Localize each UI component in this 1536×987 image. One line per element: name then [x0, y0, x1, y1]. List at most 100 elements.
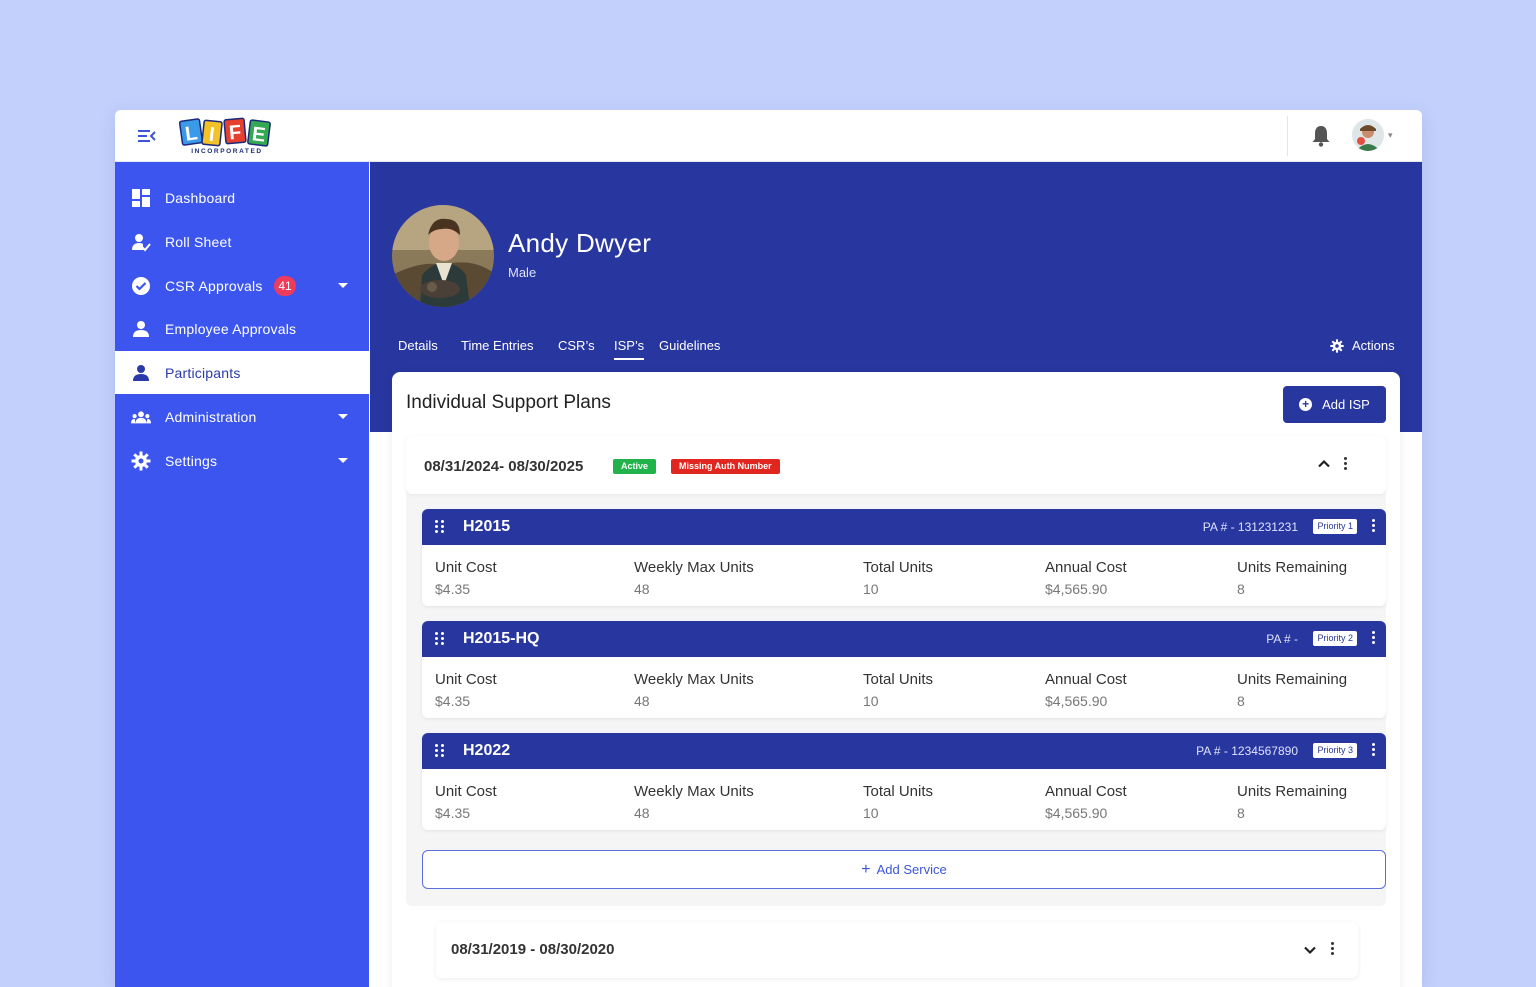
chevron-down-icon[interactable] [338, 458, 348, 463]
add-isp-label: Add ISP [1322, 397, 1370, 412]
sidebar-item-label: Administration [165, 409, 257, 425]
card-title: Individual Support Plans [406, 392, 611, 413]
sidebar-item-participants[interactable]: Participants [115, 351, 369, 394]
tab-csrs[interactable]: CSR’s [558, 338, 595, 353]
sidebar-item-administration[interactable]: Administration [115, 395, 369, 438]
sidebar-item-dashboard[interactable]: Dashboard [115, 176, 369, 219]
field-units-remaining: Units Remaining 8 [1237, 559, 1348, 597]
service-more-icon[interactable] [1370, 743, 1376, 759]
dashboard-icon [132, 189, 150, 207]
field-unit-cost: Unit Cost $4.35 [435, 671, 497, 709]
sidebar-item-label: Settings [165, 453, 218, 469]
life-logo[interactable]: L I F E INCORPORATED [179, 117, 275, 155]
field-weekly-max-units: Weekly Max Units 48 [634, 783, 754, 821]
chevron-up-icon[interactable] [1316, 456, 1332, 472]
chevron-down-icon[interactable] [1302, 942, 1318, 958]
priority-badge: Priority 3 [1313, 743, 1357, 758]
tab-isps[interactable]: ISP’s [614, 338, 645, 360]
plan-panel: 08/31/2024- 08/30/2025 Active Missing Au… [406, 436, 1386, 906]
plan-dates: 08/31/2024- 08/30/2025 [424, 458, 584, 475]
sidebar-item-label: CSR Approvals [165, 278, 263, 294]
pa-number: PA # - [1266, 632, 1298, 646]
field-total-units: Total Units 10 [863, 783, 934, 821]
sidebar-item-roll-sheet[interactable]: Roll Sheet [115, 220, 369, 263]
service-more-icon[interactable] [1370, 631, 1376, 647]
plan-more-icon[interactable] [1342, 457, 1348, 473]
field-annual-cost: Annual Cost $4,565.90 [1045, 783, 1127, 821]
plan-more-icon[interactable] [1329, 942, 1335, 958]
field-total-units: Total Units 10 [863, 559, 934, 597]
user-avatar[interactable] [1352, 119, 1384, 151]
actions-menu[interactable]: Actions [1330, 338, 1395, 353]
field-units-remaining: Units Remaining 8 [1237, 783, 1348, 821]
tab-time-entries[interactable]: Time Entries [461, 338, 533, 353]
drag-handle-icon[interactable] [435, 744, 445, 758]
drag-handle-icon[interactable] [435, 632, 445, 646]
field-annual-cost: Annual Cost $4,565.90 [1045, 559, 1127, 597]
field-unit-cost: Unit Cost $4.35 [435, 783, 497, 821]
add-service-label: Add Service [876, 862, 947, 877]
sidebar-item-settings[interactable]: Settings [115, 439, 369, 482]
plus-icon: + [861, 860, 871, 878]
field-annual-cost: Annual Cost $4,565.90 [1045, 671, 1127, 709]
plan-header[interactable]: 08/31/2024- 08/30/2025 Active Missing Au… [406, 436, 1386, 494]
sidebar-item-employee-approvals[interactable]: Employee Approvals [115, 307, 369, 350]
main-content: Andy Dwyer Male Details Time Entries CSR… [370, 162, 1422, 987]
service-row: H2015-HQ PA # - Priority 2 Unit Cost $4.3… [422, 621, 1386, 718]
warning-badge: Missing Auth Number [671, 459, 780, 474]
csr-count-badge: 41 [274, 276, 296, 296]
priority-badge: Priority 1 [1313, 519, 1357, 534]
service-more-icon[interactable] [1370, 519, 1376, 535]
add-isp-button[interactable]: + Add ISP [1283, 386, 1386, 423]
service-header: H2015-HQ PA # - Priority 2 [422, 621, 1386, 657]
tab-details[interactable]: Details [398, 338, 438, 353]
chevron-down-icon[interactable] [338, 283, 348, 288]
participant-photo [392, 205, 494, 307]
gear-icon [131, 451, 151, 471]
add-service-button[interactable]: + Add Service [422, 850, 1386, 889]
sidebar: Dashboard Roll Sheet CSR Approvals 41 Em… [115, 162, 369, 987]
status-badge: Active [613, 459, 657, 474]
sidebar-item-label: Dashboard [165, 190, 236, 206]
gear-icon [1330, 338, 1344, 353]
participant-name: Andy Dwyer [508, 228, 652, 258]
service-code: H2015-HQ [463, 630, 540, 647]
plan-header-collapsed[interactable]: 08/31/2019 - 08/30/2020 [436, 922, 1358, 978]
participant-gender: Male [508, 265, 537, 280]
collapse-menu-icon[interactable] [137, 126, 157, 146]
pa-number: PA # - 131231231 [1202, 520, 1298, 534]
service-code: H2015 [463, 518, 511, 535]
sidebar-item-label: Employee Approvals [165, 321, 297, 337]
service-header: H2022 PA # - 1234567890 Priority 3 [422, 733, 1386, 769]
service-row: H2015 PA # - 131231231 Priority 1 Unit C… [422, 509, 1386, 606]
tab-guidelines[interactable]: Guidelines [659, 338, 720, 353]
priority-badge: Priority 2 [1313, 631, 1357, 646]
drag-handle-icon[interactable] [435, 520, 445, 534]
svg-text:INCORPORATED: INCORPORATED [191, 148, 262, 155]
service-row: H2022 PA # - 1234567890 Priority 3 Unit … [422, 733, 1386, 830]
pa-number: PA # - 1234567890 [1196, 744, 1298, 758]
sidebar-item-label: Participants [165, 365, 241, 381]
svg-text:E: E [251, 123, 267, 146]
account-caret-icon[interactable]: ▾ [1388, 130, 1393, 141]
field-weekly-max-units: Weekly Max Units 48 [634, 671, 754, 709]
sidebar-item-csr-approvals[interactable]: CSR Approvals 41 [115, 264, 369, 307]
check-circle-icon [132, 277, 150, 295]
topbar-divider [1287, 116, 1288, 156]
person-icon [133, 365, 149, 381]
app-window: L I F E INCORPORATED ▾ Dashboard Roll Sh… [115, 110, 1422, 987]
sidebar-item-label: Roll Sheet [165, 234, 232, 250]
plus-circle-icon: + [1299, 398, 1313, 411]
roll-sheet-icon [132, 234, 151, 252]
person-icon [133, 321, 149, 337]
chevron-down-icon[interactable] [338, 414, 348, 419]
notifications-bell-icon[interactable] [1310, 124, 1332, 148]
service-code: H2022 [463, 742, 511, 759]
field-unit-cost: Unit Cost $4.35 [435, 559, 497, 597]
group-icon [131, 411, 151, 424]
field-weekly-max-units: Weekly Max Units 48 [634, 559, 754, 597]
isp-card: Individual Support Plans + Add ISP 08/31… [392, 372, 1400, 987]
top-bar: L I F E INCORPORATED ▾ [115, 110, 1422, 162]
svg-text:F: F [228, 122, 242, 145]
service-header: H2015 PA # - 131231231 Priority 1 [422, 509, 1386, 545]
